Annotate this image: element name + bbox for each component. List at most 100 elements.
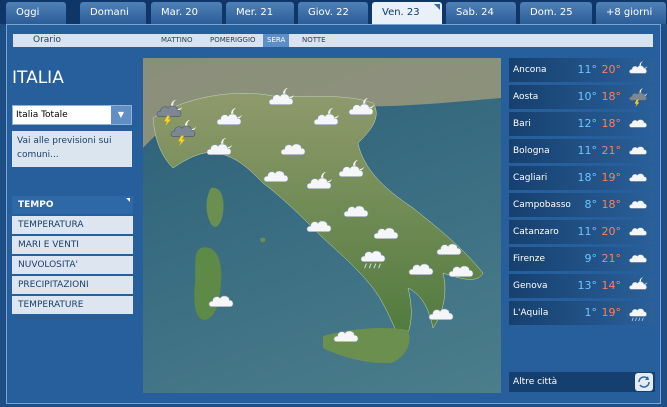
map-moon-cloud-icon bbox=[201, 136, 237, 164]
map-moon-cloud-icon bbox=[343, 96, 379, 124]
cloud-icon bbox=[622, 249, 654, 269]
cloud-icon bbox=[622, 168, 654, 188]
tab-giov-22[interactable]: Giov. 22 bbox=[298, 2, 368, 24]
min-temp: 9° bbox=[584, 252, 598, 265]
chevron-down-icon[interactable]: ▼ bbox=[111, 106, 131, 124]
map-moon-cloud-icon bbox=[211, 106, 247, 134]
tab-sab-24[interactable]: Sab. 24 bbox=[446, 2, 516, 24]
city-name: Genova bbox=[513, 281, 548, 291]
cloud-icon bbox=[622, 114, 654, 134]
city-forecast-list: Ancona 11° 20° Aosta 10° 18° Bari 12° 18° Bologna… bbox=[509, 58, 655, 328]
map-cloud-icon bbox=[203, 288, 239, 316]
map-moon-cloud-icon bbox=[263, 86, 299, 114]
city-name: Aosta bbox=[513, 92, 539, 102]
max-temp: 18° bbox=[601, 117, 622, 130]
min-temp: 10° bbox=[577, 90, 598, 103]
day-tabs: Oggi Domani Mar. 20 Mer. 21 Giov. 22 Ven. 23 S… bbox=[0, 0, 667, 24]
min-temp: 13° bbox=[577, 279, 598, 292]
max-temp: 18° bbox=[601, 198, 622, 211]
cloud-icon bbox=[622, 141, 654, 161]
city-row-catanzaro[interactable]: Catanzaro 11° 20° bbox=[509, 220, 655, 244]
forecast-link[interactable]: Vai alle previsioni sui comuni... bbox=[12, 131, 132, 167]
cloud-icon bbox=[622, 195, 654, 215]
time-slot-pomeriggio[interactable]: POMERIGGIO bbox=[206, 34, 260, 47]
city-row-laquila[interactable]: L'Aquila 1° 19° bbox=[509, 301, 655, 325]
category-tempo[interactable]: TEMPO bbox=[12, 196, 133, 214]
storm-cloud-icon bbox=[622, 87, 654, 107]
city-name: Cagliari bbox=[513, 173, 548, 183]
map-moon-cloud-icon bbox=[333, 158, 369, 186]
city-row-bologna[interactable]: Bologna 11° 21° bbox=[509, 139, 655, 163]
tab-8-giorni[interactable]: +8 giorni bbox=[596, 2, 666, 24]
map-cloud-icon bbox=[328, 323, 364, 351]
max-temp: 18° bbox=[601, 90, 622, 103]
tab-dom-25[interactable]: Dom. 25 bbox=[520, 2, 592, 24]
max-temp: 20° bbox=[601, 225, 622, 238]
max-temp: 20° bbox=[601, 63, 622, 76]
category-temperatura[interactable]: TEMPERATURA bbox=[12, 216, 133, 234]
max-temp: 19° bbox=[601, 171, 622, 184]
tab-mar-20[interactable]: Mar. 20 bbox=[151, 2, 222, 24]
category-precipitazioni[interactable]: PRECIPITAZIONI bbox=[12, 276, 133, 294]
other-cities-button[interactable]: Altre città bbox=[509, 372, 655, 392]
min-temp: 11° bbox=[577, 225, 598, 238]
min-temp: 18° bbox=[577, 171, 598, 184]
min-temp: 8° bbox=[584, 198, 598, 211]
orario-label: Orario bbox=[33, 35, 62, 45]
refresh-icon[interactable] bbox=[635, 373, 653, 391]
max-temp: 21° bbox=[601, 252, 622, 265]
map-moon-cloud-icon bbox=[308, 106, 344, 134]
map-cloud-icon bbox=[443, 258, 479, 286]
time-slot-notte[interactable]: NOTTE bbox=[298, 34, 330, 47]
city-name: Campobasso bbox=[513, 200, 571, 210]
category-mari-e-venti[interactable]: MARI E VENTI bbox=[12, 236, 133, 254]
time-slot-sera[interactable]: SERA bbox=[263, 34, 290, 47]
min-temp: 11° bbox=[577, 144, 598, 157]
cloud-icon bbox=[622, 222, 654, 242]
min-temp: 12° bbox=[577, 117, 598, 130]
map-cloud-icon bbox=[301, 213, 337, 241]
city-name: Bari bbox=[513, 119, 531, 129]
map-storm-cloud-icon bbox=[165, 118, 201, 146]
city-row-ancona[interactable]: Ancona 11° 20° bbox=[509, 58, 655, 82]
moon-cloud-icon bbox=[622, 276, 654, 296]
city-row-genova[interactable]: Genova 13° 14° bbox=[509, 274, 655, 298]
city-row-cagliari[interactable]: Cagliari 18° 19° bbox=[509, 166, 655, 190]
map-cloud-icon bbox=[423, 301, 459, 329]
other-cities-label: Altre città bbox=[513, 377, 558, 387]
region-title: ITALIA bbox=[12, 68, 64, 88]
min-temp: 1° bbox=[584, 306, 598, 319]
region-select-value: Italia Totale bbox=[16, 110, 68, 120]
tab-oggi[interactable]: Oggi bbox=[6, 2, 66, 24]
map-rain-cloud-icon bbox=[355, 243, 391, 271]
tab-mer-21[interactable]: Mer. 21 bbox=[226, 2, 294, 24]
tab-ven-23[interactable]: Ven. 23 bbox=[372, 2, 442, 24]
map-cloud-icon bbox=[275, 136, 311, 164]
time-slot-mattino[interactable]: MATTINO bbox=[157, 34, 197, 47]
category-list: TEMPO TEMPERATURA MARI E VENTI NUVOLOSITA' P… bbox=[12, 196, 133, 316]
map-moon-cloud-icon bbox=[301, 170, 337, 198]
city-row-aosta[interactable]: Aosta 10° 18° bbox=[509, 85, 655, 109]
city-row-bari[interactable]: Bari 12° 18° bbox=[509, 112, 655, 136]
moon-cloud-icon bbox=[622, 60, 654, 80]
city-name: Ancona bbox=[513, 65, 547, 75]
city-row-firenze[interactable]: Firenze 9° 21° bbox=[509, 247, 655, 271]
city-name: Firenze bbox=[513, 254, 546, 264]
tab-domani[interactable]: Domani bbox=[80, 2, 146, 24]
max-temp: 14° bbox=[601, 279, 622, 292]
category-nuvolosita[interactable]: NUVOLOSITA' bbox=[12, 256, 133, 274]
elba-island bbox=[260, 237, 266, 243]
city-name: L'Aquila bbox=[513, 308, 549, 318]
city-row-campobasso[interactable]: Campobasso 8° 18° bbox=[509, 193, 655, 217]
rain-cloud-icon bbox=[622, 303, 654, 323]
max-temp: 21° bbox=[601, 144, 622, 157]
min-temp: 11° bbox=[577, 63, 598, 76]
corsica bbox=[206, 187, 224, 227]
region-select[interactable]: Italia Totale ▼ bbox=[12, 105, 132, 125]
category-temperature[interactable]: TEMPERATURE bbox=[12, 296, 133, 314]
max-temp: 19° bbox=[601, 306, 622, 319]
city-name: Catanzaro bbox=[513, 227, 559, 237]
city-name: Bologna bbox=[513, 146, 550, 156]
weather-map bbox=[143, 58, 501, 393]
time-slot-bar: Orario MATTINO POMERIGGIO SERA NOTTE bbox=[13, 34, 653, 47]
